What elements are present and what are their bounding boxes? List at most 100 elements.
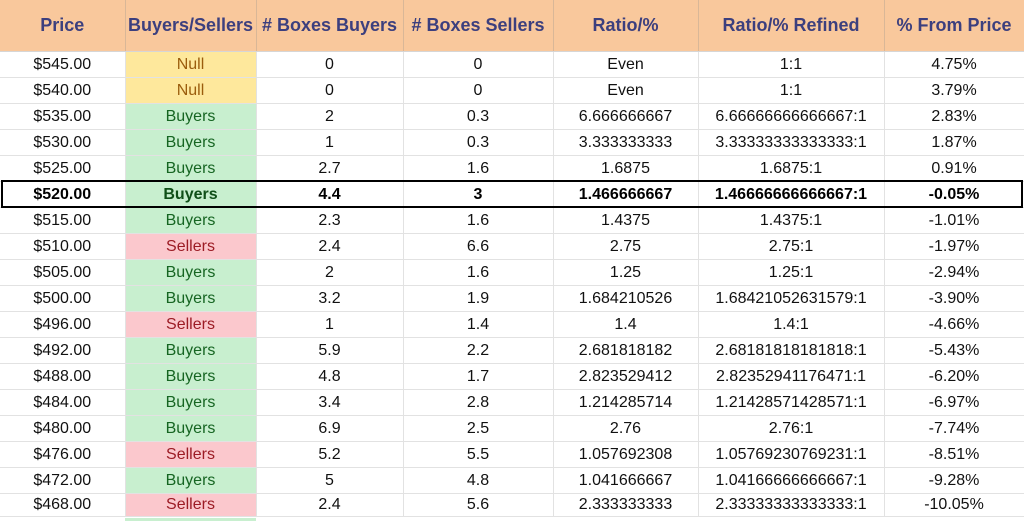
boxes-sellers-cell[interactable]: 2.8 (403, 389, 554, 416)
from-price-cell[interactable]: 3.79% (884, 77, 1024, 104)
price-cell[interactable]: $505.00 (0, 259, 126, 286)
side-cell[interactable]: Buyers (125, 259, 257, 286)
from-price-cell[interactable]: -1.97% (884, 233, 1024, 260)
ratio-cell[interactable]: 6.666666667 (553, 103, 699, 130)
side-cell[interactable]: Null (125, 51, 257, 78)
from-price-cell[interactable]: -10.05% (884, 493, 1024, 517)
from-price-cell[interactable]: 4.75% (884, 51, 1024, 78)
boxes-sellers-cell[interactable]: 6.6 (403, 233, 554, 260)
ratio-refined-cell[interactable]: 1.6875:1 (698, 155, 885, 182)
from-price-cell[interactable]: -7.74% (884, 415, 1024, 442)
price-cell[interactable]: $480.00 (0, 415, 126, 442)
price-cell[interactable]: $484.00 (0, 389, 126, 416)
ratio-refined-cell[interactable]: 1.04166666666667:1 (698, 467, 885, 494)
boxes-sellers-cell[interactable]: 5.6 (403, 493, 554, 517)
price-cell[interactable]: $500.00 (0, 285, 126, 312)
side-cell[interactable]: Buyers (125, 181, 257, 208)
boxes-sellers-cell[interactable]: 1.6 (403, 259, 554, 286)
ratio-refined-cell[interactable]: 1:1 (698, 51, 885, 78)
header-buyers-sellers[interactable]: Buyers/Sellers (125, 0, 257, 52)
boxes-sellers-cell[interactable]: 1.6 (403, 207, 554, 234)
boxes-sellers-cell[interactable]: 3 (403, 181, 554, 208)
ratio-cell[interactable]: 2.76 (553, 415, 699, 442)
boxes-sellers-cell[interactable]: 0.3 (403, 103, 554, 130)
ratio-cell[interactable]: 1.6875 (553, 155, 699, 182)
ratio-refined-cell[interactable]: 2.75:1 (698, 233, 885, 260)
from-price-cell[interactable]: -9.28% (884, 467, 1024, 494)
ratio-cell[interactable]: 1.25 (553, 259, 699, 286)
price-cell[interactable]: $472.00 (0, 467, 126, 494)
ratio-cell[interactable]: 1.214285714 (553, 389, 699, 416)
boxes-buyers-cell[interactable]: 3.2 (256, 285, 404, 312)
boxes-buyers-cell[interactable]: 6.9 (256, 415, 404, 442)
boxes-buyers-cell[interactable]: 1 (256, 311, 404, 338)
ratio-refined-cell[interactable]: 1.4375:1 (698, 207, 885, 234)
boxes-sellers-cell[interactable]: 5.5 (403, 441, 554, 468)
side-cell[interactable]: Buyers (125, 103, 257, 130)
from-price-cell[interactable]: -6.97% (884, 389, 1024, 416)
ratio-cell[interactable]: 1.057692308 (553, 441, 699, 468)
boxes-sellers-cell[interactable]: 4.8 (403, 467, 554, 494)
price-cell[interactable]: $492.00 (0, 337, 126, 364)
boxes-buyers-cell[interactable]: 2.4 (256, 493, 404, 517)
header-price[interactable]: Price (0, 0, 126, 52)
from-price-cell[interactable]: -8.51% (884, 441, 1024, 468)
side-cell[interactable]: Buyers (125, 207, 257, 234)
ratio-cell[interactable]: 2.681818182 (553, 337, 699, 364)
side-cell[interactable]: Buyers (125, 337, 257, 364)
boxes-sellers-cell[interactable]: 2.5 (403, 415, 554, 442)
ratio-refined-cell[interactable]: 1.05769230769231:1 (698, 441, 885, 468)
ratio-refined-cell[interactable]: 1.25:1 (698, 259, 885, 286)
side-cell[interactable]: Buyers (125, 129, 257, 156)
ratio-refined-cell[interactable]: 2.68181818181818:1 (698, 337, 885, 364)
boxes-buyers-cell[interactable]: 4.4 (256, 181, 404, 208)
boxes-buyers-cell[interactable]: 2.3 (256, 207, 404, 234)
price-cell[interactable]: $488.00 (0, 363, 126, 390)
side-cell[interactable]: Sellers (125, 233, 257, 260)
ratio-cell[interactable]: 1.4 (553, 311, 699, 338)
boxes-buyers-cell[interactable]: 4.8 (256, 363, 404, 390)
boxes-sellers-cell[interactable]: 0 (403, 51, 554, 78)
boxes-buyers-cell[interactable]: 5.9 (256, 337, 404, 364)
boxes-sellers-cell[interactable]: 2.2 (403, 337, 554, 364)
from-price-cell[interactable]: 0.91% (884, 155, 1024, 182)
side-cell[interactable]: Buyers (125, 467, 257, 494)
ratio-refined-cell[interactable]: 2.76:1 (698, 415, 885, 442)
side-cell[interactable]: Sellers (125, 311, 257, 338)
ratio-cell[interactable]: 1.466666667 (553, 181, 699, 208)
ratio-refined-cell[interactable]: 2.33333333333333:1 (698, 493, 885, 517)
side-cell[interactable]: Buyers (125, 415, 257, 442)
side-cell[interactable]: Sellers (125, 493, 257, 517)
from-price-cell[interactable]: -0.05% (884, 181, 1024, 208)
side-cell[interactable]: Sellers (125, 441, 257, 468)
ratio-cell[interactable]: 1.684210526 (553, 285, 699, 312)
ratio-cell[interactable]: 2.333333333 (553, 493, 699, 517)
price-cell[interactable]: $468.00 (0, 493, 126, 517)
boxes-sellers-cell[interactable]: 1.7 (403, 363, 554, 390)
from-price-cell[interactable]: -4.66% (884, 311, 1024, 338)
ratio-refined-cell[interactable]: 1.68421052631579:1 (698, 285, 885, 312)
ratio-refined-cell[interactable]: 6.66666666666667:1 (698, 103, 885, 130)
ratio-cell[interactable]: 1.4375 (553, 207, 699, 234)
ratio-refined-cell[interactable]: 1.46666666666667:1 (698, 181, 885, 208)
from-price-cell[interactable]: -1.01% (884, 207, 1024, 234)
header-ratio-refined[interactable]: Ratio/% Refined (698, 0, 885, 52)
boxes-buyers-cell[interactable]: 5.2 (256, 441, 404, 468)
ratio-cell[interactable]: 2.823529412 (553, 363, 699, 390)
ratio-refined-cell[interactable]: 1.21428571428571:1 (698, 389, 885, 416)
boxes-buyers-cell[interactable]: 2.4 (256, 233, 404, 260)
boxes-sellers-cell[interactable]: 0.3 (403, 129, 554, 156)
ratio-cell[interactable]: 3.333333333 (553, 129, 699, 156)
boxes-buyers-cell[interactable]: 0 (256, 51, 404, 78)
header-boxes-buyers[interactable]: # Boxes Buyers (256, 0, 404, 52)
boxes-sellers-cell[interactable]: 0 (403, 77, 554, 104)
boxes-sellers-cell[interactable]: 1.4 (403, 311, 554, 338)
boxes-buyers-cell[interactable]: 3.4 (256, 389, 404, 416)
from-price-cell[interactable]: -6.20% (884, 363, 1024, 390)
price-cell[interactable]: $530.00 (0, 129, 126, 156)
boxes-buyers-cell[interactable]: 2 (256, 103, 404, 130)
header-from-price[interactable]: % From Price (884, 0, 1024, 52)
price-cell[interactable]: $540.00 (0, 77, 126, 104)
side-cell[interactable]: Buyers (125, 363, 257, 390)
price-cell[interactable]: $535.00 (0, 103, 126, 130)
